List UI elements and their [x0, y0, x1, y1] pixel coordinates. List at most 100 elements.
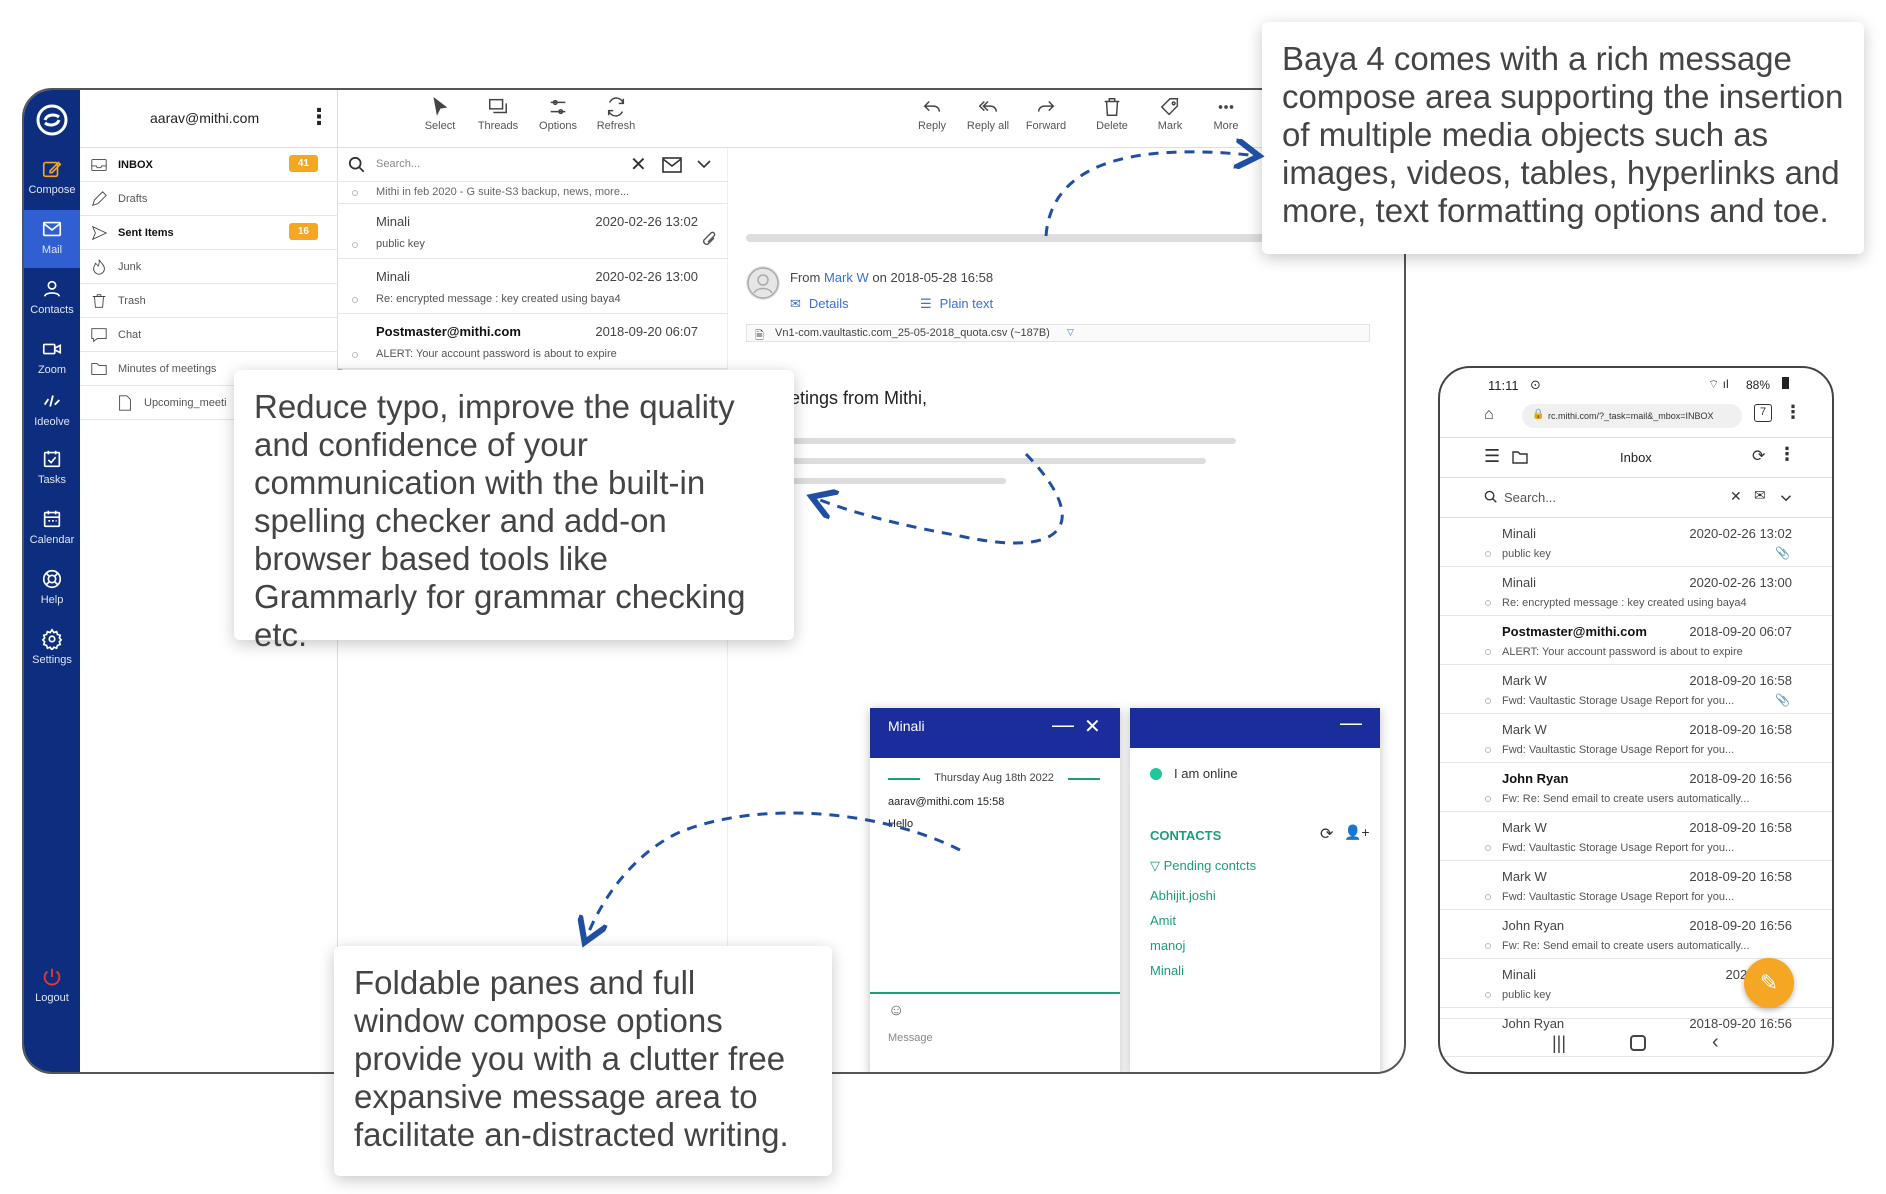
close-icon[interactable]: ✕: [1084, 714, 1101, 739]
envelope-icon[interactable]: ✉: [1754, 487, 1766, 504]
ideolve-icon: [43, 395, 60, 407]
message-subject: Fw: Re: Send email to create users autom…: [1502, 940, 1750, 952]
nav-mail[interactable]: Mail: [24, 210, 80, 268]
contact-item[interactable]: Abhijit.joshi: [1150, 888, 1216, 903]
folder-chat[interactable]: Chat: [80, 318, 338, 352]
message-row[interactable]: Minali 2020-02-26 13:00 Re: encrypted me…: [338, 259, 728, 314]
search-input[interactable]: Search...: [1504, 490, 1556, 505]
recents-icon[interactable]: |||: [1552, 1033, 1566, 1054]
phone-message-row[interactable]: Postmaster@mithi.com 2018-09-20 06:07 ALER…: [1440, 616, 1832, 665]
tab-count[interactable]: 7: [1754, 404, 1772, 422]
account-menu-icon[interactable]: ⋮: [308, 104, 330, 130]
android-nav-bar: ||| ‹: [1440, 1018, 1832, 1072]
body-placeholder-line: [746, 458, 1206, 464]
nav-contacts[interactable]: Contacts: [24, 270, 80, 328]
phone-message-row[interactable]: Mark W 2018-09-20 16:58 Fwd: Vaultastic St…: [1440, 812, 1832, 861]
account-email: aarav@mithi.com: [150, 110, 260, 126]
app-menu-icon[interactable]: ⋮: [1778, 444, 1796, 465]
chat-day-divider: Thursday Aug 18th 2022: [888, 772, 1100, 784]
unread-dot: [1485, 649, 1491, 655]
chevron-down-icon[interactable]: [696, 158, 712, 170]
more-button[interactable]: More: [1196, 96, 1256, 132]
message-subject: public key: [1502, 548, 1551, 560]
attachment-row[interactable]: 🗎 Vn1-com.vaultastic.com_25-05-2018_quot…: [746, 324, 1370, 342]
delete-button[interactable]: Delete: [1082, 96, 1142, 132]
folder-drafts[interactable]: Drafts: [80, 182, 338, 216]
baya-logo-icon[interactable]: [36, 104, 68, 136]
home-button-icon[interactable]: [1630, 1035, 1646, 1051]
reply-button[interactable]: Reply: [902, 96, 962, 132]
envelope-icon[interactable]: [662, 156, 682, 174]
home-icon[interactable]: ⌂: [1484, 406, 1494, 424]
from-name-link[interactable]: Mark W: [824, 270, 869, 285]
chat-day: Thursday Aug 18th 2022: [934, 772, 1054, 784]
current-folder: Inbox: [1620, 450, 1652, 465]
select-button[interactable]: Select: [410, 96, 470, 132]
folder-sent[interactable]: Sent Items 16: [80, 216, 338, 250]
refresh-button[interactable]: Refresh: [586, 96, 646, 132]
refresh-icon[interactable]: ⟳: [1320, 824, 1333, 844]
phone-message-row[interactable]: Minali 2020-02-26 13:02 public key 📎: [1440, 518, 1832, 567]
message-row[interactable]: Minali 2020-02-26 13:02 public key: [338, 204, 728, 259]
search-input[interactable]: Search...: [376, 158, 420, 170]
phone-message-row[interactable]: John Ryan 2018-09-20 16:56 Fw: Re: Send em…: [1440, 763, 1832, 812]
online-status-icon: [1150, 768, 1162, 780]
url-field[interactable]: 🔒 rc.mithi.com/?_task=mail&_mbox=INBOX: [1522, 404, 1742, 428]
minimize-icon[interactable]: —: [1052, 712, 1074, 738]
menu-icon[interactable]: ☰: [1484, 446, 1500, 467]
folder-trash[interactable]: Trash: [80, 284, 338, 318]
message-subject: ALERT: Your account password is about to…: [1502, 646, 1743, 658]
folder-label: Upcoming_meeti: [144, 396, 227, 409]
folder-junk[interactable]: Junk: [80, 250, 338, 284]
attachment-name: Vn1-com.vaultastic.com_25-05-2018_quota.…: [775, 327, 1050, 339]
nav-ideolve[interactable]: Ideolve: [24, 382, 80, 440]
nav-help-label: Help: [40, 594, 64, 606]
chevron-down-icon[interactable]: [1780, 494, 1792, 502]
clear-search-icon[interactable]: ✕: [630, 152, 647, 177]
folder-label: Trash: [118, 294, 146, 307]
nav-compose[interactable]: Compose: [24, 150, 80, 208]
pending-contacts[interactable]: ▽ Pending contcts: [1150, 858, 1256, 874]
back-icon[interactable]: ‹: [1712, 1031, 1719, 1054]
nav-tasks[interactable]: Tasks: [24, 440, 80, 498]
add-contact-icon[interactable]: 👤+: [1344, 824, 1370, 841]
reply-icon: [923, 100, 941, 112]
phone-message-row[interactable]: Mark W 2018-09-20 16:58 Fwd: Vaultastic St…: [1440, 861, 1832, 910]
minimize-icon[interactable]: —: [1340, 710, 1362, 736]
details-link[interactable]: ✉ Details: [790, 296, 849, 312]
details-label: Details: [808, 296, 849, 311]
phone-message-row[interactable]: Mark W 2018-09-20 16:58 Fwd: Vaultastic St…: [1440, 714, 1832, 763]
contact-item[interactable]: manoj: [1150, 938, 1185, 953]
threads-button[interactable]: Threads: [468, 96, 528, 132]
chat-message-input[interactable]: Message: [888, 1032, 933, 1044]
thread-hint-row[interactable]: Mithi in feb 2020 - G suite-S3 backup, n…: [338, 182, 728, 204]
mark-button[interactable]: Mark: [1140, 96, 1200, 132]
nav-settings[interactable]: Settings: [24, 620, 80, 678]
compose-fab[interactable]: ✎: [1744, 958, 1794, 1008]
reply-all-button[interactable]: Reply all: [958, 96, 1018, 132]
nav-help[interactable]: Help: [24, 560, 80, 618]
browser-menu-icon[interactable]: ⋮: [1784, 402, 1802, 423]
forward-button[interactable]: Forward: [1016, 96, 1076, 132]
nav-zoom[interactable]: Zoom: [24, 330, 80, 388]
nav-mail-label: Mail: [41, 244, 63, 256]
message-row[interactable]: Postmaster@mithi.com 2018-09-20 06:07 AL…: [338, 314, 728, 369]
refresh-icon[interactable]: ⟳: [1752, 446, 1765, 466]
online-status[interactable]: I am online: [1174, 766, 1238, 781]
options-button[interactable]: Options: [528, 96, 588, 132]
phone-message-row[interactable]: John Ryan 2018-09-20 16:56 Fw: Re: Send em…: [1440, 910, 1832, 959]
folder-icon[interactable]: [1512, 450, 1528, 464]
attachment-dropdown-icon[interactable]: ▽: [1067, 327, 1074, 338]
phone-message-row[interactable]: Minali 2020-02-26 13:00 Re: encrypted mess…: [1440, 567, 1832, 616]
threads-icon: [489, 98, 507, 114]
nav-logout[interactable]: Logout: [24, 958, 80, 1016]
contact-item[interactable]: Minali: [1150, 963, 1184, 978]
folder-inbox[interactable]: INBOX 41: [80, 148, 338, 182]
plain-text-link[interactable]: ☰ Plain text: [920, 296, 993, 312]
phone-message-row[interactable]: Mark W 2018-09-20 16:58 Fwd: Vaultastic St…: [1440, 665, 1832, 714]
nav-calendar[interactable]: Calendar: [24, 500, 80, 558]
message-subject: public key: [376, 238, 425, 250]
contact-item[interactable]: Amit: [1150, 913, 1176, 928]
emoji-icon[interactable]: ☺: [888, 1002, 904, 1020]
clear-search-icon[interactable]: ✕: [1730, 488, 1742, 505]
